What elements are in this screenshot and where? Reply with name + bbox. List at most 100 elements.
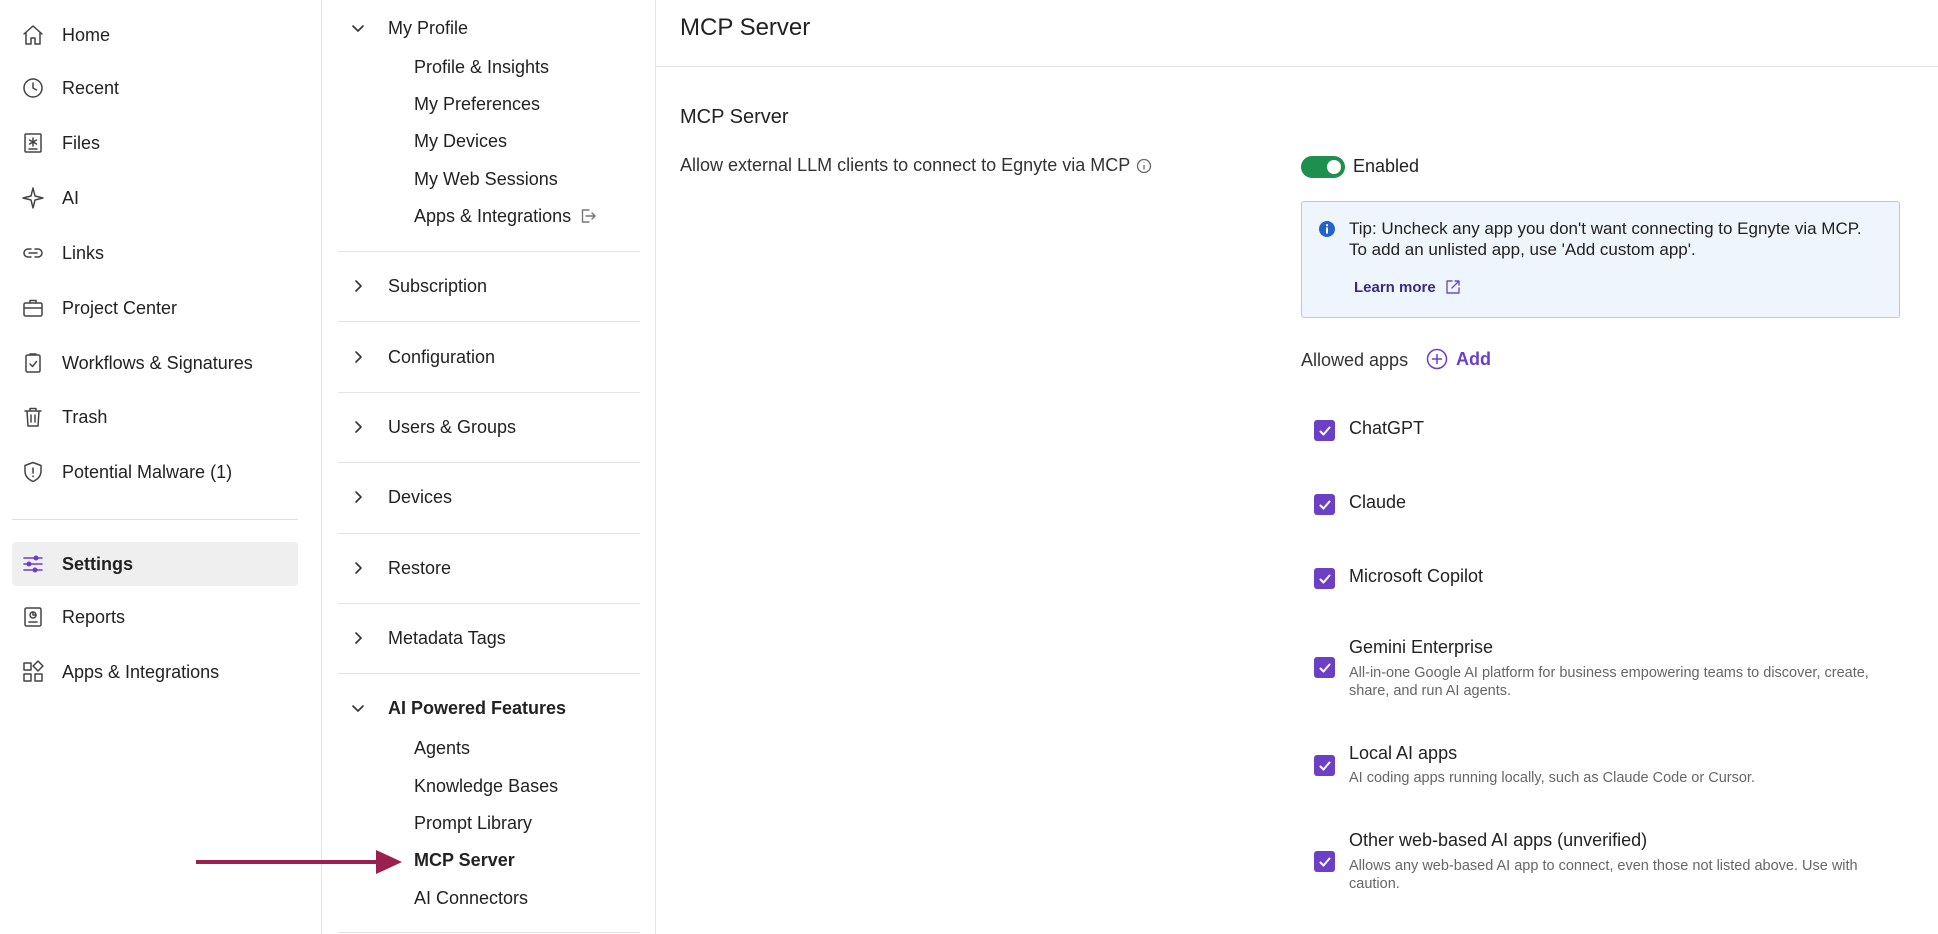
tree-item-prompt-library[interactable]: Prompt Library	[414, 808, 532, 838]
tree-group-ai-powered-features[interactable]: AI Powered Features	[338, 688, 640, 728]
nav-item-home[interactable]: Home	[12, 13, 298, 57]
nav-item-settings[interactable]: Settings	[12, 542, 298, 586]
app-checkbox[interactable]	[1314, 494, 1335, 515]
annotation-arrow-icon	[196, 850, 402, 874]
chevron-right-icon	[346, 415, 370, 439]
check-icon	[1319, 426, 1330, 435]
nav-item-potential-malware[interactable]: Potential Malware (1)	[12, 450, 298, 494]
home-icon	[20, 22, 46, 48]
clock-icon	[20, 75, 46, 101]
nav-item-label: Recent	[62, 77, 120, 98]
nav-item-label: Settings	[62, 553, 134, 574]
external-link-icon	[1446, 280, 1460, 294]
app-checkbox[interactable]	[1314, 755, 1335, 776]
app-row-chatgpt: ChatGPT	[1314, 418, 1904, 442]
tree-item-apps-integrations[interactable]: Apps & Integrations	[414, 201, 597, 231]
nav-item-workflows[interactable]: Workflows & Signatures	[12, 341, 298, 385]
check-icon	[1319, 857, 1330, 866]
add-app-button[interactable]: Add	[1426, 348, 1491, 370]
check-icon	[1319, 663, 1330, 672]
tree-group-metadata-tags[interactable]: Metadata Tags	[338, 618, 640, 658]
tree-divider	[338, 392, 640, 393]
tree-group-label: Restore	[388, 557, 452, 578]
tree-group-label: Users & Groups	[388, 416, 517, 437]
info-filled-icon	[1319, 221, 1335, 237]
nav-item-label: Reports	[62, 606, 126, 627]
tree-item-profile-insights[interactable]: Profile & Insights	[414, 52, 549, 82]
app-row-claude: Claude	[1314, 492, 1904, 516]
tree-item-my-web-sessions[interactable]: My Web Sessions	[414, 164, 558, 194]
app-name: ChatGPT	[1349, 418, 1425, 438]
nav-item-label: Trash	[62, 406, 108, 427]
app-checkbox[interactable]	[1314, 420, 1335, 441]
tree-divider	[338, 673, 640, 674]
main-content: MCP Server MCP Server Allow external LLM…	[656, 0, 1938, 934]
tree-group-label: Subscription	[388, 275, 488, 296]
app-name: Local AI apps	[1349, 743, 1458, 763]
tree-group-label: Configuration	[388, 346, 496, 367]
sparkle-icon	[20, 185, 46, 211]
nav-item-ai[interactable]: AI	[12, 176, 298, 220]
app-name: Claude	[1349, 492, 1407, 512]
sliders-icon	[20, 551, 46, 577]
tree-item-knowledge-bases[interactable]: Knowledge Bases	[414, 771, 558, 801]
primary-sidebar: Home Recent Files AI Links Project Cente…	[0, 0, 322, 934]
tree-divider	[338, 462, 640, 463]
mcp-enabled-toggle[interactable]	[1301, 156, 1345, 178]
nav-item-reports[interactable]: Reports	[12, 595, 298, 639]
nav-item-trash[interactable]: Trash	[12, 395, 298, 439]
app-name: Microsoft Copilot	[1349, 566, 1484, 586]
tree-item-label: Apps & Integrations	[414, 205, 572, 226]
tip-banner: Tip: Uncheck any app you don't want conn…	[1301, 201, 1900, 318]
tip-text: Tip: Uncheck any app you don't want conn…	[1349, 219, 1862, 259]
tree-item-my-preferences[interactable]: My Preferences	[414, 89, 540, 119]
app-checkbox[interactable]	[1314, 657, 1335, 678]
app-row-gemini-enterprise: Gemini Enterprise All-in-one Google AI p…	[1314, 637, 1904, 701]
tree-group-label: Devices	[388, 486, 453, 507]
app-row-microsoft-copilot: Microsoft Copilot	[1314, 566, 1904, 590]
nav-item-apps-integrations[interactable]: Apps & Integrations	[12, 650, 298, 694]
learn-more-link[interactable]: Learn more	[1354, 278, 1462, 296]
section-title: MCP Server	[680, 106, 789, 128]
chevron-down-icon	[346, 16, 370, 40]
tree-item-my-devices[interactable]: My Devices	[414, 126, 507, 156]
chevron-right-icon	[346, 626, 370, 650]
chevron-right-icon	[346, 345, 370, 369]
trash-icon	[20, 404, 46, 430]
check-icon	[1319, 574, 1330, 583]
check-icon	[1319, 761, 1330, 770]
header-divider	[656, 66, 1938, 67]
tree-item-ai-connectors[interactable]: AI Connectors	[414, 883, 528, 913]
nav-item-label: Links	[62, 242, 105, 263]
chevron-right-icon	[346, 485, 370, 509]
app-row-other-web-apps: Other web-based AI apps (unverified) All…	[1314, 830, 1904, 896]
app-description: All-in-one Google AI platform for busine…	[1349, 665, 1869, 699]
tree-item-mcp-server[interactable]: MCP Server	[414, 845, 515, 875]
app-name: Gemini Enterprise	[1349, 637, 1494, 657]
tree-group-restore[interactable]: Restore	[338, 548, 640, 588]
link-icon	[20, 240, 46, 266]
mcp-setting-label: Allow external LLM clients to connect to…	[680, 155, 1152, 176]
settings-tree: My Profile Profile & Insights My Prefere…	[322, 0, 656, 934]
tree-group-label: AI Powered Features	[388, 697, 567, 718]
setting-label-text: Allow external LLM clients to connect to…	[680, 155, 1131, 175]
tree-group-configuration[interactable]: Configuration	[338, 337, 640, 377]
tree-item-agents[interactable]: Agents	[414, 733, 470, 763]
nav-item-links[interactable]: Links	[12, 231, 298, 275]
app-checkbox[interactable]	[1314, 568, 1335, 589]
nav-item-label: Workflows & Signatures	[62, 352, 253, 373]
nav-item-project-center[interactable]: Project Center	[12, 286, 298, 330]
learn-more-label: Learn more	[1354, 278, 1436, 296]
tree-group-subscription[interactable]: Subscription	[338, 266, 640, 306]
toggle-label: Enabled	[1353, 156, 1420, 176]
info-icon[interactable]	[1136, 158, 1152, 174]
tree-group-my-profile[interactable]: My Profile	[338, 8, 640, 48]
tree-group-devices[interactable]: Devices	[338, 477, 640, 517]
tree-group-users-groups[interactable]: Users & Groups	[338, 407, 640, 447]
app-checkbox[interactable]	[1314, 851, 1335, 872]
tree-divider	[338, 932, 640, 933]
app-name: Other web-based AI apps (unverified)	[1349, 830, 1648, 850]
nav-item-recent[interactable]: Recent	[12, 66, 298, 110]
nav-item-files[interactable]: Files	[12, 121, 298, 165]
nav-item-label: AI	[62, 187, 80, 208]
